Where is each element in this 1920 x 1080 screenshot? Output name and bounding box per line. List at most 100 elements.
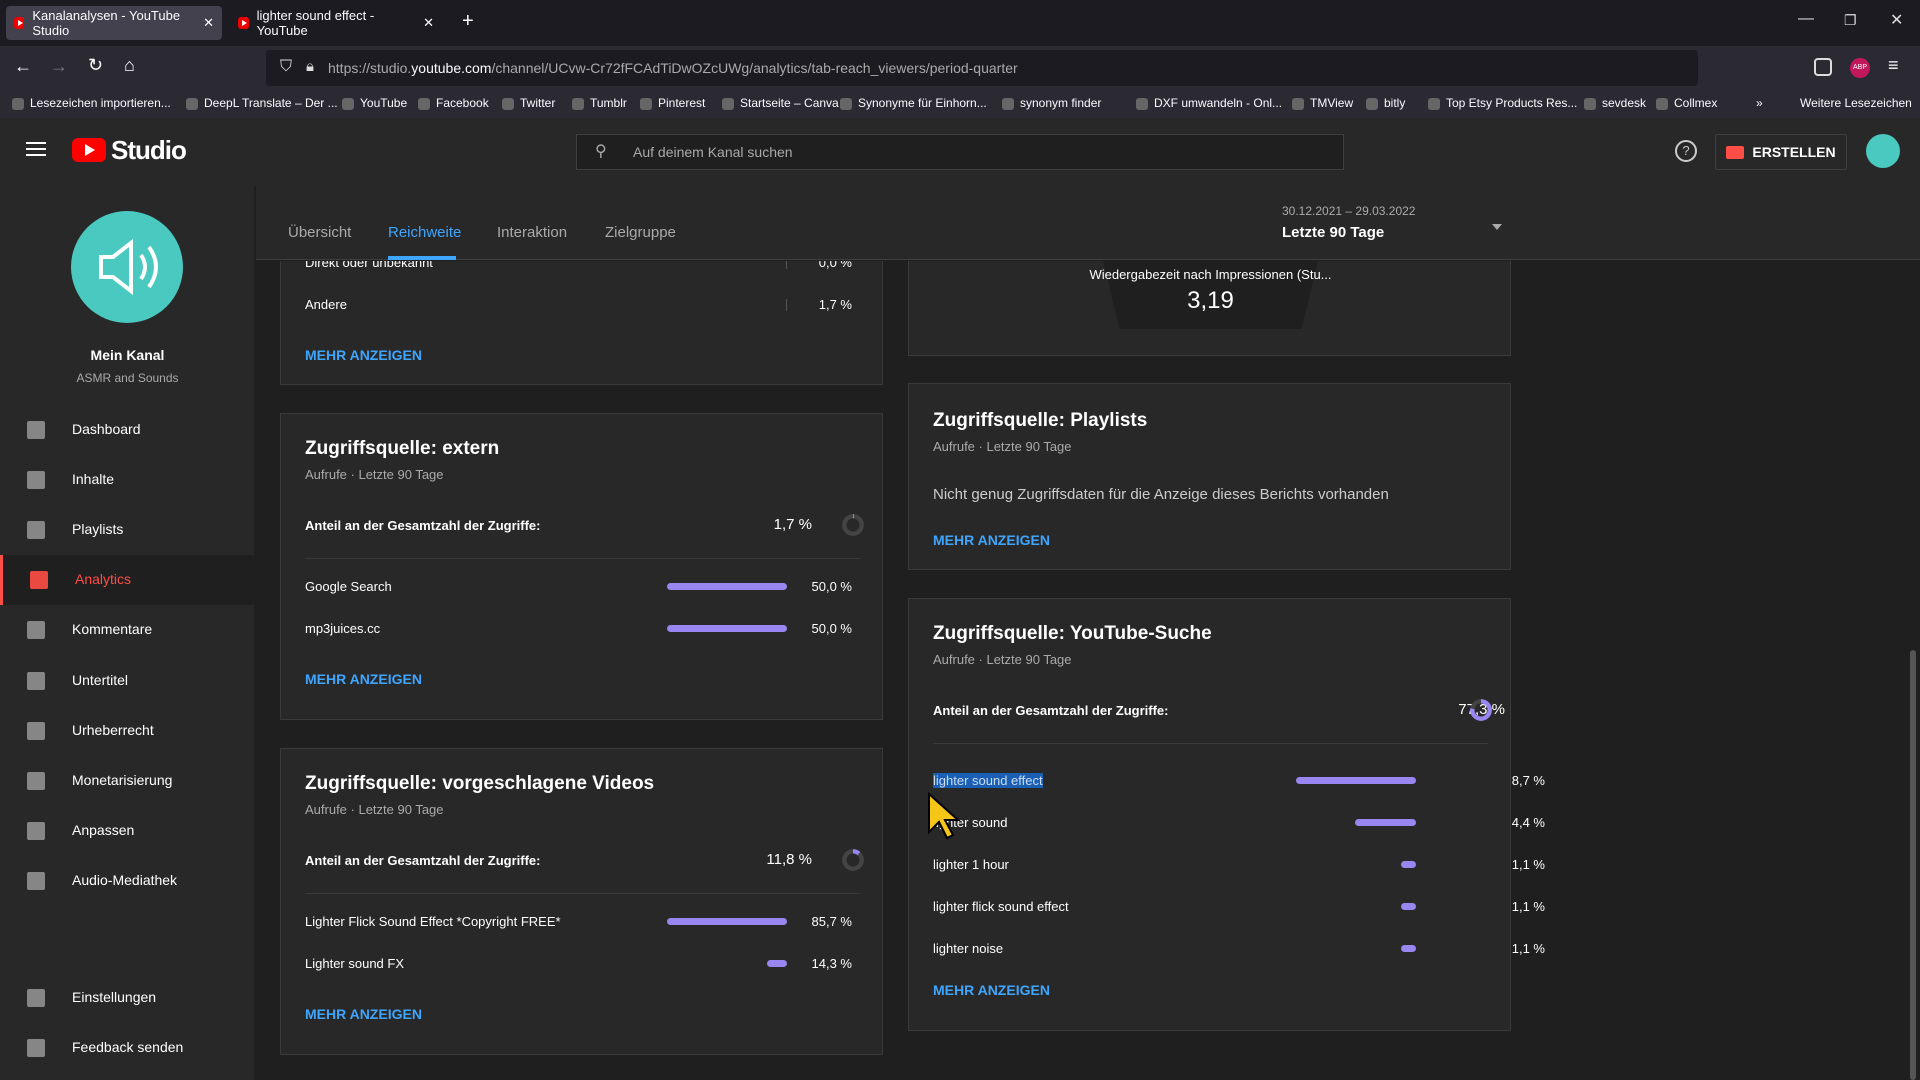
sidebar-item-anpassen[interactable]: Anpassen [0, 806, 255, 856]
bookmark-favicon-icon [1656, 98, 1668, 110]
close-tab-icon[interactable]: ✕ [423, 15, 434, 31]
list-item-bar [667, 583, 787, 590]
minimize-icon[interactable]: — [1798, 10, 1814, 28]
studio-logo[interactable]: Studio [111, 135, 187, 166]
more-button[interactable]: MEHR ANZEIGEN [933, 982, 1050, 998]
channel-avatar[interactable] [71, 211, 183, 323]
sidebar-item-label: Inhalte [72, 471, 115, 487]
bookmark-item[interactable]: Twitter [520, 96, 555, 110]
list-item-bar [786, 299, 787, 311]
more-button[interactable]: MEHR ANZEIGEN [305, 1006, 422, 1022]
list-item-label[interactable]: mp3juices.cc [305, 621, 380, 636]
channel-search-input[interactable]: ⚲ Auf deinem Kanal suchen [576, 134, 1344, 170]
sidebar-item-audio-mediathek[interactable]: Audio-Mediathek [0, 856, 255, 906]
tab-overview[interactable]: Übersicht [288, 224, 351, 241]
reload-icon[interactable]: ↻ [88, 55, 103, 76]
bookmark-item[interactable]: Collmex [1674, 96, 1717, 110]
sidebar-item-inhalte[interactable]: Inhalte [0, 455, 255, 505]
divider [305, 893, 860, 894]
bookmark-item[interactable]: DeepL Translate – Der ... [204, 96, 338, 110]
list-item-value: 1,1 % [1511, 941, 1545, 956]
bookmark-favicon-icon [572, 98, 584, 110]
tab-audience[interactable]: Zielgruppe [605, 224, 676, 241]
scrollbar[interactable] [1910, 650, 1916, 1080]
bookmark-item[interactable]: bitly [1384, 96, 1405, 110]
forward-icon[interactable]: → [50, 56, 68, 77]
close-tab-icon[interactable]: ✕ [203, 15, 214, 31]
home-icon[interactable]: ⌂ [124, 55, 135, 76]
feedback-icon [27, 1039, 45, 1057]
bookmark-item[interactable]: Startseite – Canva [740, 96, 839, 110]
list-item-label[interactable]: Lighter sound FX [305, 956, 404, 971]
bookmark-item[interactable]: YouTube [360, 96, 407, 110]
date-range-dates: 30.12.2021 – 29.03.2022 [1282, 204, 1416, 218]
tab-reach[interactable]: Reichweite [388, 224, 461, 241]
menu-icon[interactable]: ≡ [1888, 55, 1899, 76]
bookmark-item[interactable]: Pinterest [658, 96, 705, 110]
sidebar-item-untertitel[interactable]: Untertitel [0, 656, 255, 706]
close-window-icon[interactable]: ✕ [1890, 10, 1903, 30]
analytics-tabs: Übersicht Reichweite Interaktion Zielgru… [256, 186, 1920, 260]
sidebar-item-playlists[interactable]: Playlists [0, 505, 255, 555]
bookmark-item[interactable]: Lesezeichen importieren... [30, 96, 171, 110]
hamburger-menu-icon[interactable] [26, 142, 46, 144]
dashboard-icon [27, 421, 45, 439]
bookmark-item[interactable]: Top Etsy Products Res... [1446, 96, 1577, 110]
youtube-logo-icon[interactable] [72, 138, 106, 162]
list-item-label[interactable]: lighter sound effect [933, 773, 1043, 788]
bookmark-item[interactable]: synonym finder [1020, 96, 1101, 110]
more-button[interactable]: MEHR ANZEIGEN [305, 671, 422, 687]
sidebar-item-monetarisierung[interactable]: Monetarisierung [0, 756, 255, 806]
tab-engagement[interactable]: Interaktion [497, 224, 567, 241]
sidebar-item-einstellungen[interactable]: Einstellungen [0, 973, 255, 1023]
bookmarks-overflow-icon[interactable]: » [1756, 96, 1763, 110]
browser-tab-studio[interactable]: Kanalanalysen - YouTube Studio ✕ [6, 6, 222, 40]
back-icon[interactable]: ← [14, 56, 32, 77]
list-item-bar [667, 918, 787, 925]
adblock-icon[interactable]: ABP [1850, 58, 1870, 78]
shield-icon[interactable]: ⛉ [280, 58, 292, 76]
date-range-picker[interactable]: 30.12.2021 – 29.03.2022 Letzte 90 Tage [1282, 204, 1512, 254]
dropdown-arrow-icon [1492, 224, 1502, 230]
address-bar[interactable]: ⛉ 🔒︎ https://studio. youtube.com/channel/… [266, 50, 1698, 86]
card-title: Zugriffsquelle: extern [305, 438, 500, 459]
list-item-label[interactable]: lighter noise [933, 941, 1003, 956]
list-item-label[interactable]: lighter 1 hour [933, 857, 1009, 872]
sidebar-item-urheberrecht[interactable]: Urheberrecht [0, 706, 255, 756]
browser-tab-video[interactable]: lighter sound effect - YouTube ✕ [230, 6, 442, 40]
new-tab-icon[interactable]: + [462, 10, 474, 33]
youtube-favicon-icon [14, 17, 25, 29]
card-subtitle: Aufrufe · Letzte 90 Tage [933, 652, 1072, 667]
list-item-label: Andere [305, 297, 347, 312]
sidebar-item-kommentare[interactable]: Kommentare [0, 605, 255, 655]
help-icon[interactable]: ? [1675, 140, 1697, 162]
sidebar-item-label: Kommentare [72, 621, 153, 637]
account-avatar[interactable] [1866, 134, 1900, 168]
card-title: Zugriffsquelle: YouTube-Suche [933, 623, 1212, 644]
more-bookmarks-folder[interactable]: Weitere Lesezeichen [1800, 96, 1912, 110]
more-button[interactable]: MEHR ANZEIGEN [933, 532, 1050, 548]
bookmark-item[interactable]: Facebook [436, 96, 489, 110]
sidebar-item-dashboard[interactable]: Dashboard [0, 405, 255, 455]
lock-icon[interactable]: 🔒︎ [306, 58, 314, 75]
list-item-label[interactable]: Lighter Flick Sound Effect *Copyright FR… [305, 914, 561, 929]
bookmark-item[interactable]: sevdesk [1602, 96, 1646, 110]
bookmark-favicon-icon [840, 98, 852, 110]
divider [933, 743, 1488, 744]
list-item-label[interactable]: lighter flick sound effect [933, 899, 1069, 914]
pocket-icon[interactable] [1814, 58, 1832, 76]
sidebar-item-label: Audio-Mediathek [72, 872, 178, 888]
sidebar-item-feedback-senden[interactable]: Feedback senden [0, 1023, 255, 1073]
card-playlists: Zugriffsquelle: Playlists Aufrufe · Letzt… [908, 383, 1511, 570]
restore-icon[interactable]: ❐ [1844, 12, 1857, 29]
more-button[interactable]: MEHR ANZEIGEN [305, 347, 422, 363]
card-traffic-sources: Direkt oder unbekannt 0,0 % Andere 1,7 % MEH… [280, 261, 883, 385]
bookmark-item[interactable]: TMView [1310, 96, 1353, 110]
create-button[interactable]: ERSTELLEN [1715, 134, 1847, 170]
bookmark-item[interactable]: DXF umwandeln - Onl... [1154, 96, 1282, 110]
list-item-label[interactable]: Google Search [305, 579, 392, 594]
sidebar-item-analytics[interactable]: Analytics [0, 555, 255, 605]
sidebar: Mein Kanal ASMR and Sounds Dashboard Inha… [0, 186, 255, 1080]
bookmark-item[interactable]: Tumblr [590, 96, 627, 110]
bookmark-item[interactable]: Synonyme für Einhorn... [858, 96, 987, 110]
